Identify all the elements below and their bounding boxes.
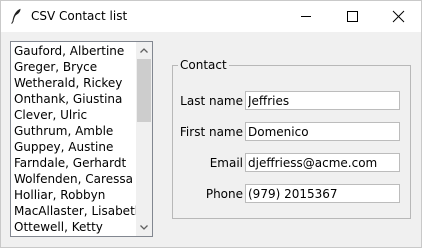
client-area: Gauford, Albertine Greger, Bryce Wetherald…: [1, 32, 421, 247]
list-item[interactable]: Gauford, Albertine: [11, 43, 137, 59]
phone-label: Phone: [205, 187, 243, 201]
list-item[interactable]: Wetherald, Rickey: [11, 75, 137, 91]
feather-icon: [10, 8, 22, 24]
title-bar[interactable]: CSV Contact list: [1, 1, 421, 32]
close-button[interactable]: [375, 1, 421, 32]
last-name-field[interactable]: [245, 91, 400, 110]
contact-group: Contact Last name First name Email Phone: [172, 58, 411, 219]
minimize-button[interactable]: [283, 1, 329, 32]
window-title: CSV Contact list: [31, 9, 128, 23]
list-item[interactable]: Ottewell, Ketty: [11, 219, 137, 235]
app-window: CSV Contact list Gauford, Albertine Grege…: [0, 0, 422, 248]
maximize-icon: [347, 11, 358, 22]
list-item[interactable]: Farndale, Gerhardt: [11, 155, 137, 171]
list-item[interactable]: MacAllaster, Lisabeth: [11, 203, 142, 219]
list-item[interactable]: Greger, Bryce: [11, 59, 137, 75]
contact-list: Gauford, Albertine Greger, Bryce Wetherald…: [11, 43, 142, 235]
list-item[interactable]: Guppey, Austine: [11, 139, 137, 155]
maximize-button[interactable]: [329, 1, 375, 32]
email-field[interactable]: [245, 153, 400, 172]
chevron-up-icon: [140, 48, 148, 53]
scroll-down-button[interactable]: [136, 219, 152, 236]
first-name-label: First name: [179, 125, 243, 139]
close-icon: [392, 10, 405, 23]
first-name-field[interactable]: [245, 122, 400, 141]
minimize-icon: [301, 16, 311, 17]
list-item[interactable]: Guthrum, Amble: [11, 123, 137, 139]
list-item[interactable]: Holliar, Robbyn: [11, 187, 137, 203]
vertical-scrollbar[interactable]: [136, 42, 152, 236]
list-item[interactable]: Wolfenden, Caressa: [11, 171, 137, 187]
scroll-up-button[interactable]: [136, 42, 152, 59]
list-item[interactable]: Onthank, Giustina: [11, 91, 137, 107]
list-item[interactable]: Clever, Ulric: [11, 107, 137, 123]
scroll-thumb[interactable]: [137, 59, 151, 122]
chevron-down-icon: [140, 225, 148, 230]
email-label: Email: [209, 156, 243, 170]
phone-field[interactable]: [245, 184, 400, 203]
last-name-label: Last name: [180, 94, 243, 108]
contact-listbox[interactable]: Gauford, Albertine Greger, Bryce Wetherald…: [10, 41, 153, 237]
group-title: Contact: [178, 58, 229, 72]
